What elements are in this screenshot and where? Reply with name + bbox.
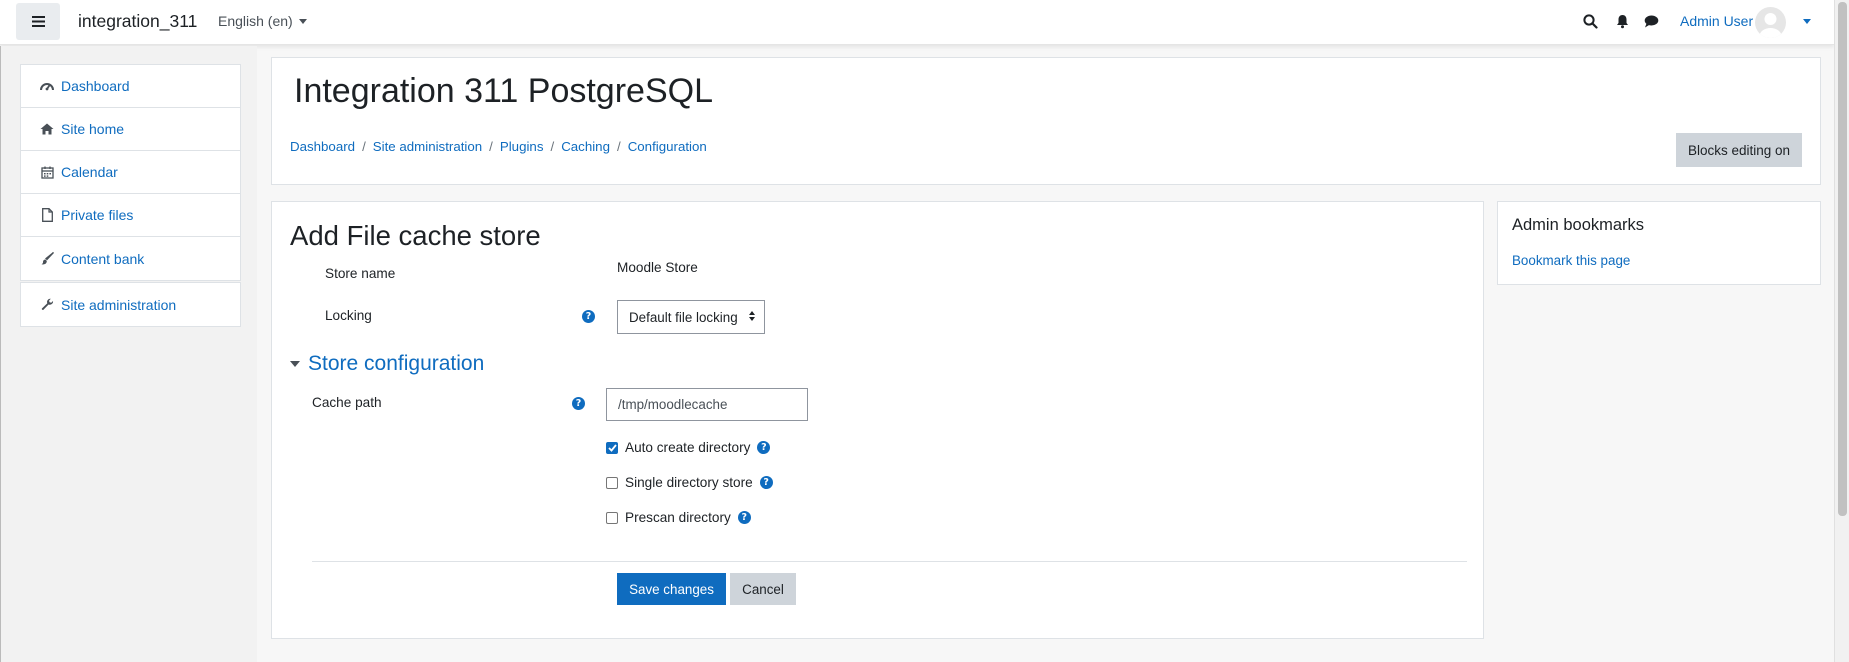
wrench-icon [40,298,54,312]
drawer-item-content-bank[interactable]: Content bank [21,237,240,280]
drawer-main-group: Dashboard Site home Calendar Private fil… [20,64,241,281]
chat-icon[interactable] [1642,12,1660,30]
paintbrush-icon [40,252,54,266]
locking-help-icon[interactable]: ? [582,310,595,323]
checkbox-label: Auto create directory [625,440,751,455]
checkmark-icon [607,443,617,452]
breadcrumb-separator: / [362,139,366,154]
collapse-caret-icon [290,361,300,367]
locking-select[interactable]: Default file locking [617,300,765,334]
drawer-item-site-home[interactable]: Site home [21,108,240,151]
drawer-item-label: Private files [61,207,134,223]
single-directory-store-checkbox[interactable] [606,476,618,489]
form-title: Add File cache store [290,220,541,251]
scrollbar-thumb[interactable] [1838,2,1847,516]
drawer-item-label: Content bank [61,250,145,267]
drawer-item-label: Dashboard [61,78,130,94]
breadcrumb-configuration[interactable]: Configuration [628,139,707,154]
form-divider [312,561,1467,562]
block-title: Admin bookmarks [1512,216,1645,234]
drawer-item-label: Site administration [61,296,177,313]
auto-create-directory-row: Auto create directory ? [606,440,771,455]
drawer-admin-group: Site administration [20,282,241,327]
home-icon [40,122,54,136]
breadcrumb-site-administration[interactable]: Site administration [373,139,482,154]
drawer-item-label: Site home [61,121,125,137]
auto-create-directory-checkbox[interactable] [606,441,618,454]
language-menu[interactable]: English (en) [218,13,307,29]
section-title: Store configuration [308,352,485,375]
prescan-help-icon[interactable]: ? [737,511,751,524]
language-label: English (en) [218,13,293,29]
breadcrumb-separator: / [616,139,621,154]
breadcrumb-separator: / [550,139,555,154]
site-name-link[interactable]: integration_311 [78,11,197,32]
calendar-icon [40,165,54,179]
drawer-item-site-administration[interactable]: Site administration [21,283,240,326]
save-changes-button[interactable]: Save changes [617,573,726,605]
breadcrumb-caching[interactable]: Caching [561,139,610,154]
user-menu-name[interactable]: Admin User [1680,13,1753,29]
avatar[interactable] [1755,7,1786,38]
single-directory-store-row: Single directory store ? [606,475,773,490]
breadcrumb-dashboard[interactable]: Dashboard [290,139,355,154]
checkbox-label: Single directory store [625,475,753,490]
locking-label: Locking [325,308,372,323]
cache-path-help-icon[interactable]: ? [572,397,585,410]
bookmark-this-page-link[interactable]: Bookmark this page [1512,253,1630,268]
store-name-label: Store name [325,266,396,281]
drawer-item-dashboard[interactable]: Dashboard [21,65,240,108]
breadcrumb-plugins[interactable]: Plugins [500,139,544,154]
page-header: Integration 311 PostgreSQL Dashboard / S… [271,57,1821,185]
admin-bookmarks-block: Admin bookmarks Bookmark this page [1497,201,1821,285]
top-navbar: integration_311 English (en) Admin User [0,0,1834,45]
select-arrows-icon [749,311,755,321]
main-form-card: Add File cache store Store name Moodle S… [271,201,1484,639]
nav-drawer: Dashboard Site home Calendar Private fil… [0,46,257,662]
drawer-item-private-files[interactable]: Private files [21,194,240,237]
page-title: Integration 311 PostgreSQL [294,72,713,110]
search-icon[interactable] [1581,12,1599,30]
chevron-down-icon [298,18,307,24]
breadcrumb-separator: / [489,139,493,154]
drawer-item-calendar[interactable]: Calendar [21,151,240,194]
page-scrollbar[interactable] [1834,0,1849,662]
auto-create-help-icon[interactable]: ? [757,441,771,454]
hamburger-icon [31,16,45,27]
drawer-item-label: Calendar [61,164,118,180]
store-name-value: Moodle Store [617,260,698,275]
dashboard-icon [40,79,54,93]
bell-icon[interactable] [1613,12,1631,30]
checkbox-label: Prescan directory [625,510,731,525]
prescan-directory-checkbox[interactable] [606,511,618,524]
file-icon [40,208,54,222]
cache-path-input[interactable] [606,388,808,421]
single-directory-help-icon[interactable]: ? [759,476,773,489]
store-configuration-section[interactable]: Store configuration [290,352,484,376]
blocks-editing-button[interactable]: Blocks editing on [1676,133,1802,167]
cache-path-label: Cache path [312,395,382,410]
prescan-directory-row: Prescan directory ? [606,510,751,525]
locking-select-value: Default file locking [629,309,738,325]
drawer-toggle-button[interactable] [16,3,60,40]
cancel-button[interactable]: Cancel [730,573,796,605]
breadcrumb: Dashboard / Site administration / Plugin… [290,139,707,154]
user-menu-chevron-down-icon[interactable] [1803,19,1811,24]
